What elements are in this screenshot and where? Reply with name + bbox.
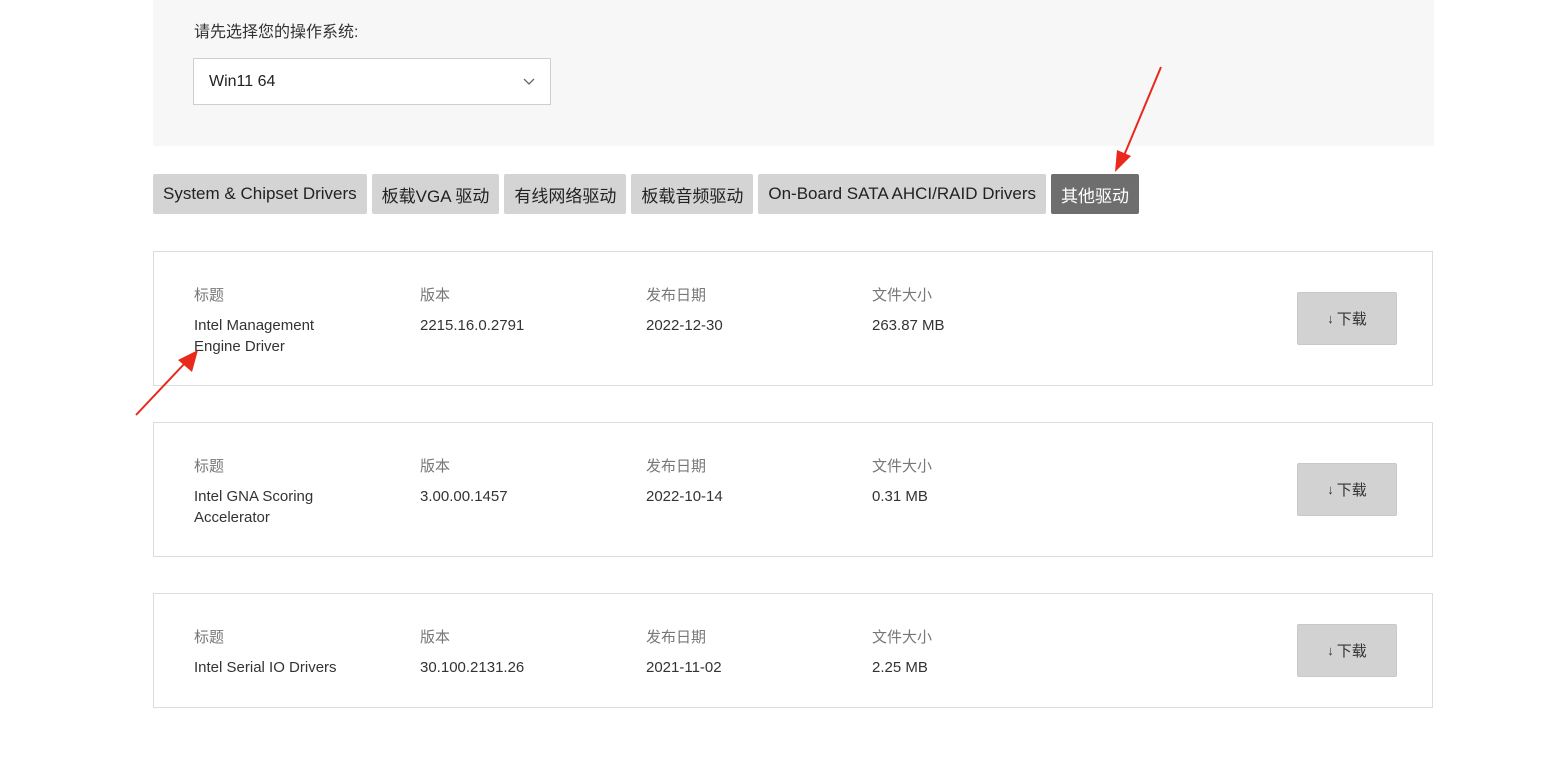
version-column: 版本 30.100.2131.26	[420, 626, 524, 678]
os-select-dropdown[interactable]: Win11 64	[193, 58, 551, 105]
os-selection-label: 请先选择您的操作系统:	[194, 24, 359, 41]
arrow-down-icon: ↓	[1327, 311, 1334, 326]
driver-size: 2.25 MB	[872, 659, 928, 676]
date-column: 发布日期 2022-12-30	[646, 284, 723, 336]
driver-title: Intel Serial IO Drivers	[194, 659, 337, 676]
driver-card: 标题 Intel Management Engine Driver 版本 221…	[153, 251, 1433, 386]
download-button[interactable]: ↓ 下载	[1297, 292, 1397, 345]
download-button[interactable]: ↓ 下载	[1297, 624, 1397, 677]
tab-wired-network-driver[interactable]: 有线网络驱动	[504, 174, 627, 214]
download-button[interactable]: ↓ 下载	[1297, 463, 1397, 516]
column-header-title: 标题	[194, 458, 225, 475]
chevron-down-icon	[523, 78, 535, 85]
driver-date: 2021-11-02	[646, 659, 722, 676]
driver-size: 263.87 MB	[872, 317, 945, 334]
tab-onboard-sata-raid-drivers[interactable]: On-Board SATA AHCI/RAID Drivers	[758, 174, 1047, 214]
column-header-title: 标题	[194, 629, 225, 646]
os-select-value: Win11 64	[209, 72, 276, 90]
driver-version: 30.100.2131.26	[420, 659, 525, 676]
driver-card: 标题 Intel Serial IO Drivers 版本 30.100.213…	[153, 593, 1433, 708]
tab-onboard-vga-driver[interactable]: 板载VGA 驱动	[371, 174, 500, 214]
column-header-size: 文件大小	[872, 629, 933, 646]
column-header-version: 版本	[420, 287, 451, 304]
size-column: 文件大小 0.31 MB	[872, 455, 932, 507]
title-column: 标题 Intel Management Engine Driver	[194, 284, 314, 357]
column-header-version: 版本	[420, 458, 451, 475]
driver-size: 0.31 MB	[872, 488, 928, 505]
size-column: 文件大小 263.87 MB	[872, 284, 945, 336]
date-column: 发布日期 2022-10-14	[646, 455, 723, 507]
tab-other-drivers[interactable]: 其他驱动	[1051, 174, 1140, 214]
title-column: 标题 Intel GNA Scoring Accelerator	[194, 455, 313, 528]
driver-date: 2022-12-30	[646, 317, 723, 334]
driver-title: Intel Management Engine Driver	[194, 317, 315, 355]
column-header-date: 发布日期	[646, 287, 707, 304]
driver-title: Intel GNA Scoring Accelerator	[194, 488, 314, 526]
tab-system-chipset-drivers[interactable]: System & Chipset Drivers	[153, 174, 367, 214]
column-header-version: 版本	[420, 629, 451, 646]
size-column: 文件大小 2.25 MB	[872, 626, 932, 678]
version-column: 版本 2215.16.0.2791	[420, 284, 524, 336]
arrow-down-icon: ↓	[1327, 482, 1334, 497]
arrow-down-icon: ↓	[1327, 643, 1334, 658]
driver-download-page: 请先选择您的操作系统: Win11 64 System & Chipset Dr…	[0, 0, 1543, 758]
column-header-size: 文件大小	[872, 458, 933, 475]
driver-version: 3.00.00.1457	[420, 488, 508, 505]
version-column: 版本 3.00.00.1457	[420, 455, 508, 507]
title-column: 标题 Intel Serial IO Drivers	[194, 626, 337, 678]
column-header-title: 标题	[194, 287, 225, 304]
date-column: 发布日期 2021-11-02	[646, 626, 722, 678]
driver-category-tabs: System & Chipset Drivers 板载VGA 驱动 有线网络驱动…	[153, 174, 1140, 214]
column-header-date: 发布日期	[646, 458, 707, 475]
column-header-date: 发布日期	[646, 629, 707, 646]
driver-card: 标题 Intel GNA Scoring Accelerator 版本 3.00…	[153, 422, 1433, 557]
driver-date: 2022-10-14	[646, 488, 723, 505]
tab-onboard-audio-driver[interactable]: 板载音频驱动	[631, 174, 754, 214]
driver-version: 2215.16.0.2791	[420, 317, 525, 334]
os-selection-panel: 请先选择您的操作系统: Win11 64	[153, 0, 1434, 146]
column-header-size: 文件大小	[872, 287, 933, 304]
